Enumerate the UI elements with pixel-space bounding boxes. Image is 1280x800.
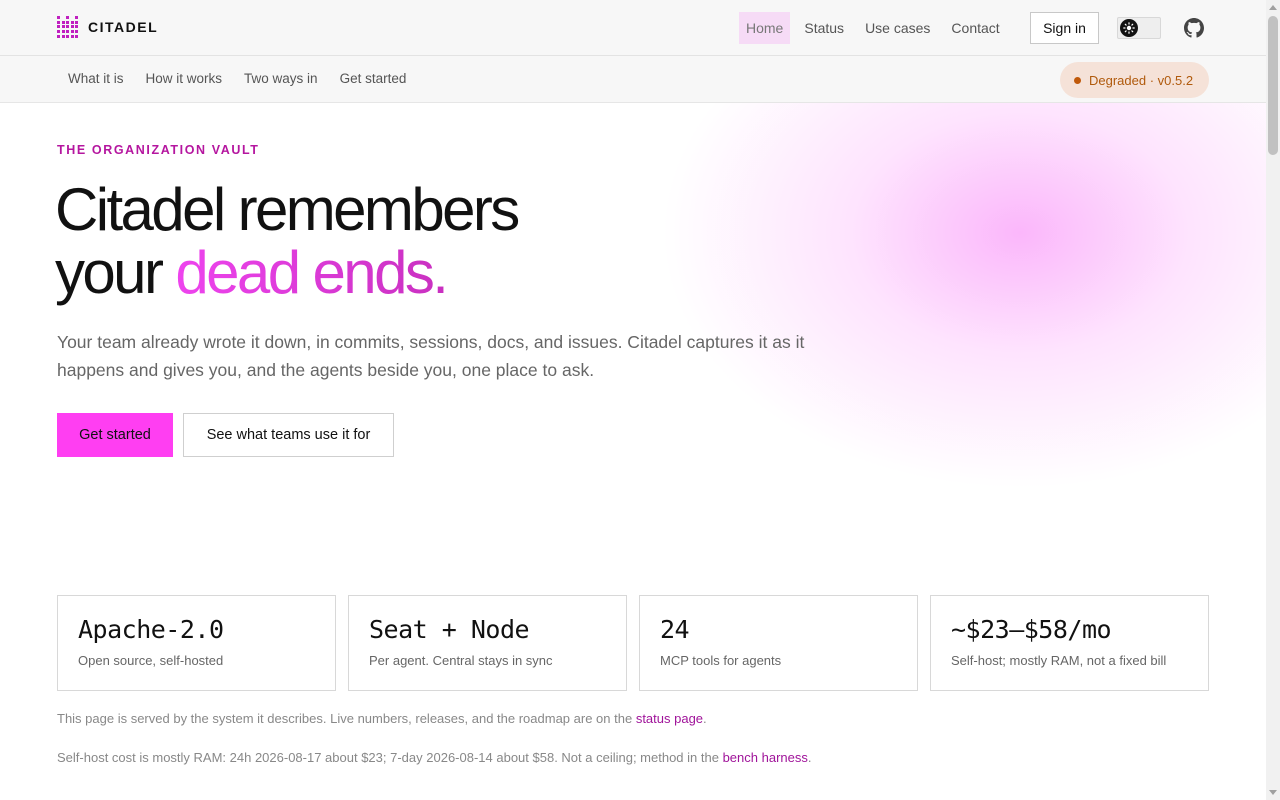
bench-harness-link[interactable]: bench harness bbox=[723, 750, 808, 765]
stat-value: Seat + Node bbox=[369, 615, 530, 644]
note-text: This page is served by the system it des… bbox=[57, 711, 636, 726]
hero-headline: Citadel remembers your dead ends. bbox=[55, 176, 520, 306]
status-dot-icon bbox=[1074, 76, 1081, 84]
github-icon[interactable] bbox=[1184, 18, 1204, 38]
cost-note: Self-host cost is mostly RAM: 24h 2026-0… bbox=[57, 750, 811, 765]
hero-eyebrow: THE ORGANIZATION VAULT bbox=[57, 143, 260, 157]
stat-label: Self-host; mostly RAM, not a fixed bill bbox=[951, 653, 1167, 668]
theme-toggle[interactable] bbox=[1117, 17, 1161, 39]
stat-value: ~$23–$58/mo bbox=[951, 615, 1112, 644]
headline-line-2-plain: your bbox=[55, 239, 176, 306]
note-end: . bbox=[703, 711, 707, 726]
stat-label: MCP tools for agents bbox=[660, 653, 782, 668]
main-nav: Home Status Use cases Contact bbox=[739, 12, 1007, 44]
hero-lede: Your team already wrote it down, in comm… bbox=[57, 332, 805, 380]
section-link-get-started[interactable]: Get started bbox=[329, 70, 418, 88]
see-use-cases-button[interactable]: See what teams use it for bbox=[183, 413, 394, 457]
scrollbar-thumb[interactable] bbox=[1268, 16, 1278, 155]
sun-icon bbox=[1120, 19, 1138, 37]
stat-value: Apache-2.0 bbox=[78, 615, 224, 644]
status-badge[interactable]: Degraded · v0.5.2 bbox=[1060, 62, 1209, 98]
stat-label: Per agent. Central stays in sync bbox=[369, 653, 553, 668]
section-nav-bar: What it is How it works Two ways in Get … bbox=[0, 56, 1266, 103]
citadel-logo-icon bbox=[57, 16, 79, 38]
status-badge-text: Degraded · v0.5.2 bbox=[1089, 72, 1194, 88]
section-link-what-it-is[interactable]: What it is bbox=[57, 70, 135, 88]
status-page-link[interactable]: status page bbox=[636, 711, 703, 726]
page-scrollbar[interactable] bbox=[1266, 0, 1280, 800]
section-link-how-it-works[interactable]: How it works bbox=[135, 70, 234, 88]
nav-item-home[interactable]: Home bbox=[739, 12, 791, 44]
note-text: Self-host cost is mostly RAM: 24h 2026-0… bbox=[57, 750, 723, 765]
brand[interactable]: CITADEL bbox=[57, 16, 158, 38]
sign-in-button[interactable]: Sign in bbox=[1030, 12, 1099, 44]
stat-card-pricing: Seat + Node Per agent. Central stays in … bbox=[348, 595, 627, 691]
stat-value: 24 bbox=[660, 615, 690, 644]
nav-item-status[interactable]: Status bbox=[797, 12, 851, 44]
stat-label: Open source, self-hosted bbox=[78, 653, 224, 668]
headline-line-2-accent: dead ends. bbox=[175, 239, 449, 306]
hero-glow-decoration bbox=[600, 103, 1266, 539]
brand-name: CITADEL bbox=[88, 19, 159, 35]
stat-card-mcp-tools: 24 MCP tools for agents bbox=[639, 595, 918, 691]
nav-item-use-cases[interactable]: Use cases bbox=[858, 12, 937, 44]
stat-card-license: Apache-2.0 Open source, self-hosted bbox=[57, 595, 336, 691]
scroll-down-arrow-icon[interactable] bbox=[1269, 790, 1277, 795]
get-started-button[interactable]: Get started bbox=[57, 413, 173, 457]
scroll-up-arrow-icon[interactable] bbox=[1269, 5, 1277, 10]
note-end: . bbox=[807, 750, 812, 765]
section-link-two-ways-in[interactable]: Two ways in bbox=[233, 70, 329, 88]
nav-item-contact[interactable]: Contact bbox=[944, 12, 1006, 44]
top-navbar: CITADEL Home Status Use cases Contact Si… bbox=[0, 0, 1266, 56]
served-by-note: This page is served by the system it des… bbox=[57, 711, 707, 726]
stat-cards: Apache-2.0 Open source, self-hosted Seat… bbox=[57, 595, 1209, 691]
section-nav: What it is How it works Two ways in Get … bbox=[57, 70, 417, 88]
stat-card-cost: ~$23–$58/mo Self-host; mostly RAM, not a… bbox=[930, 595, 1209, 691]
headline-line-1: Citadel remembers bbox=[55, 176, 520, 243]
